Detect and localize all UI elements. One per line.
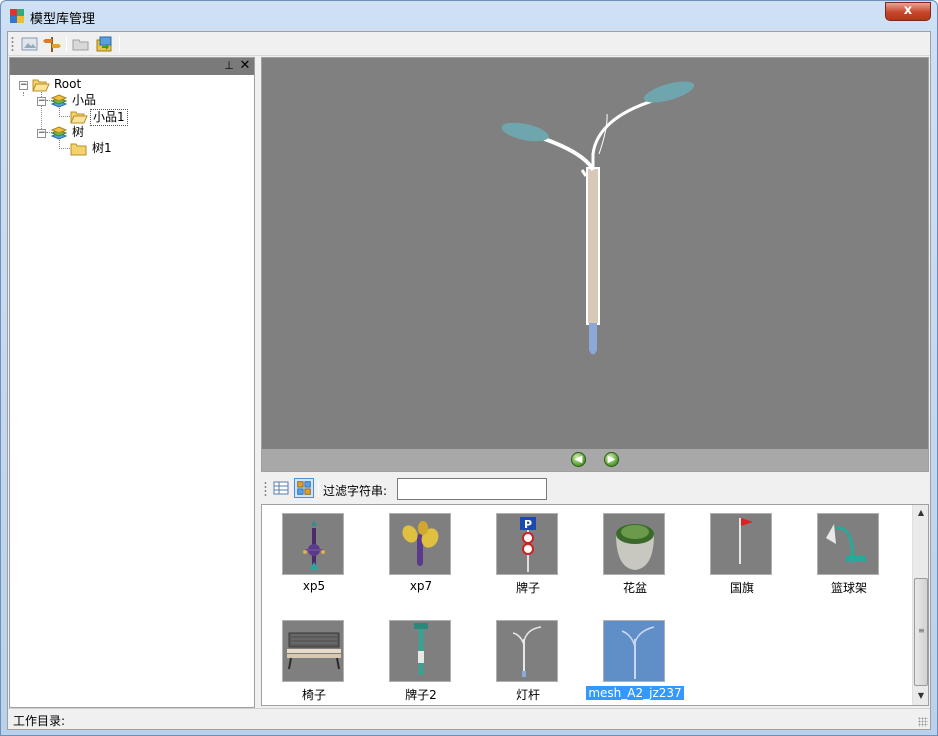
thumbnail-image xyxy=(496,620,558,682)
folder-open-icon xyxy=(70,111,88,124)
thumbnail-image: P xyxy=(496,513,558,575)
folder-open-icon xyxy=(32,79,50,92)
model-tree: − Root − 小品 小品1 − 树 树1 xyxy=(10,75,254,705)
collapse-icon[interactable]: − xyxy=(19,81,28,90)
folder-icon xyxy=(70,143,87,156)
client-area: ⊥ ✕ − Root − 小品 小品1 − 树 树1 ◀ ▶ 过滤字符串: xp… xyxy=(7,31,931,730)
national-flag-model xyxy=(739,518,753,564)
toolbar-separator xyxy=(318,481,319,497)
gallery-item[interactable]: xp5 xyxy=(262,505,362,605)
status-bar: 工作目录: xyxy=(8,708,930,729)
thumbnail-label: 篮球架 xyxy=(830,581,867,595)
toolbar-grip-icon[interactable] xyxy=(11,36,14,52)
gallery-item[interactable]: 国旗 xyxy=(690,505,790,605)
app-icon xyxy=(10,9,24,23)
model-thumbnail-gallery: xp5 xp7 P 牌子 花盆 国旗 篮球架 椅子 牌子2 灯杆 mesh_A2… xyxy=(261,504,929,706)
collapse-icon[interactable]: − xyxy=(37,97,46,106)
scroll-up-icon[interactable]: ▲ xyxy=(913,505,928,521)
flower-pot-model xyxy=(616,524,654,570)
thumbnail-label: xp5 xyxy=(302,579,326,593)
filter-label: 过滤字符串: xyxy=(323,484,388,498)
scrollbar-thumb[interactable]: ≡ xyxy=(914,578,928,686)
thumbnail-label: 牌子2 xyxy=(405,688,437,702)
gallery-item[interactable]: 椅子 xyxy=(262,612,362,705)
svg-text:P: P xyxy=(524,518,532,531)
panel-header: ⊥ ✕ xyxy=(10,58,254,75)
thumbnail-image xyxy=(389,513,451,575)
street-lamp-model xyxy=(512,626,542,677)
filter-input[interactable] xyxy=(397,478,547,500)
thumbnail-image xyxy=(389,620,451,682)
panel-close-icon[interactable]: ✕ xyxy=(238,59,252,73)
thumbnail-view-icon[interactable] xyxy=(294,478,314,498)
layers-icon xyxy=(50,126,68,140)
filter-toolbar: 过滤字符串: xyxy=(261,475,929,503)
title-bar[interactable]: 模型库管理 x xyxy=(1,1,937,31)
street-lamp-model xyxy=(621,626,655,679)
thumbnail-label: 灯杆 xyxy=(515,688,540,702)
folder-open-icon[interactable] xyxy=(71,35,91,53)
tree-node-xiaopin[interactable]: − 小品 xyxy=(10,93,210,109)
basketball-hoop-model xyxy=(826,524,866,564)
list-view-icon[interactable] xyxy=(271,478,291,498)
main-window: 模型库管理 x ⊥ ✕ − Root − 小品 小品1 − 树 树1 ◀ ▶ 过… xyxy=(0,0,938,736)
thumbnail-label: 牌子 xyxy=(515,581,540,595)
collapse-icon[interactable]: − xyxy=(37,129,46,138)
scroll-down-icon[interactable]: ▼ xyxy=(913,688,928,704)
thumbnail-label: 椅子 xyxy=(301,688,326,702)
viewer-nav-bar: ◀ ▶ xyxy=(262,449,928,471)
tree-node-label: 树 xyxy=(72,125,85,139)
tree-node-shu[interactable]: − 树 xyxy=(10,125,210,141)
lamp-post-model xyxy=(303,520,325,570)
image-icon[interactable] xyxy=(20,35,40,53)
gallery-item[interactable]: 篮球架 xyxy=(797,505,897,605)
gallery-item[interactable]: P 牌子 xyxy=(476,505,576,605)
thumbnail-image xyxy=(710,513,772,575)
toolbar xyxy=(8,32,930,56)
resize-grip-icon[interactable] xyxy=(918,717,928,727)
thumbnail-image xyxy=(282,513,344,575)
gallery-item[interactable]: xp7 xyxy=(369,505,469,605)
model-tree-panel: ⊥ ✕ − Root − 小品 小品1 − 树 树1 xyxy=(9,57,255,708)
sign-post-model xyxy=(414,623,428,675)
toolbar-separator xyxy=(66,36,67,52)
thumbnail-label: 花盆 xyxy=(622,581,647,595)
thumbnail-label: mesh_A2_jz237 xyxy=(586,686,684,700)
thumbnail-label: xp7 xyxy=(409,579,433,593)
tree-node-label: 树1 xyxy=(92,141,112,155)
thumbnail-image xyxy=(603,513,665,575)
parking-sign-model: P xyxy=(520,517,536,572)
decor-model xyxy=(402,521,439,566)
thumbnail-label: 国旗 xyxy=(729,581,754,595)
model-preview-viewport[interactable]: ◀ ▶ xyxy=(261,57,929,472)
thumbnail-image xyxy=(603,620,665,682)
signpost-icon[interactable] xyxy=(42,35,62,53)
toolbar-grip-icon[interactable] xyxy=(264,481,267,497)
close-window-button[interactable]: x xyxy=(885,2,931,21)
prev-arrow-icon[interactable]: ◀ xyxy=(571,452,586,467)
gallery-item-selected[interactable]: mesh_A2_jz237 xyxy=(583,612,684,705)
tree-node-label: 小品 xyxy=(72,93,97,107)
gallery-scrollbar[interactable]: ▲ ≡ ▼ xyxy=(912,505,928,705)
tree-node-xiaopin1[interactable]: 小品1 xyxy=(10,109,210,126)
import-icon[interactable] xyxy=(94,35,114,53)
thumbnail-image xyxy=(282,620,344,682)
window-title: 模型库管理 xyxy=(30,12,96,27)
thumbnail-image xyxy=(817,513,879,575)
tree-node-label: 小品1 xyxy=(90,109,128,126)
toolbar-separator xyxy=(119,36,120,52)
street-lamp-model xyxy=(501,81,695,355)
bench-model xyxy=(287,632,341,670)
pin-icon[interactable]: ⊥ xyxy=(222,59,236,73)
layers-icon xyxy=(50,94,68,108)
tree-node-label: Root xyxy=(54,77,82,91)
next-arrow-icon[interactable]: ▶ xyxy=(604,452,619,467)
working-directory-label: 工作目录: xyxy=(13,714,66,728)
tree-node-root[interactable]: − Root xyxy=(10,77,210,93)
gallery-item[interactable]: 牌子2 xyxy=(369,612,469,705)
gallery-item[interactable]: 花盆 xyxy=(583,505,683,605)
tree-node-shu1[interactable]: 树1 xyxy=(10,141,210,157)
gallery-item[interactable]: 灯杆 xyxy=(476,612,576,705)
